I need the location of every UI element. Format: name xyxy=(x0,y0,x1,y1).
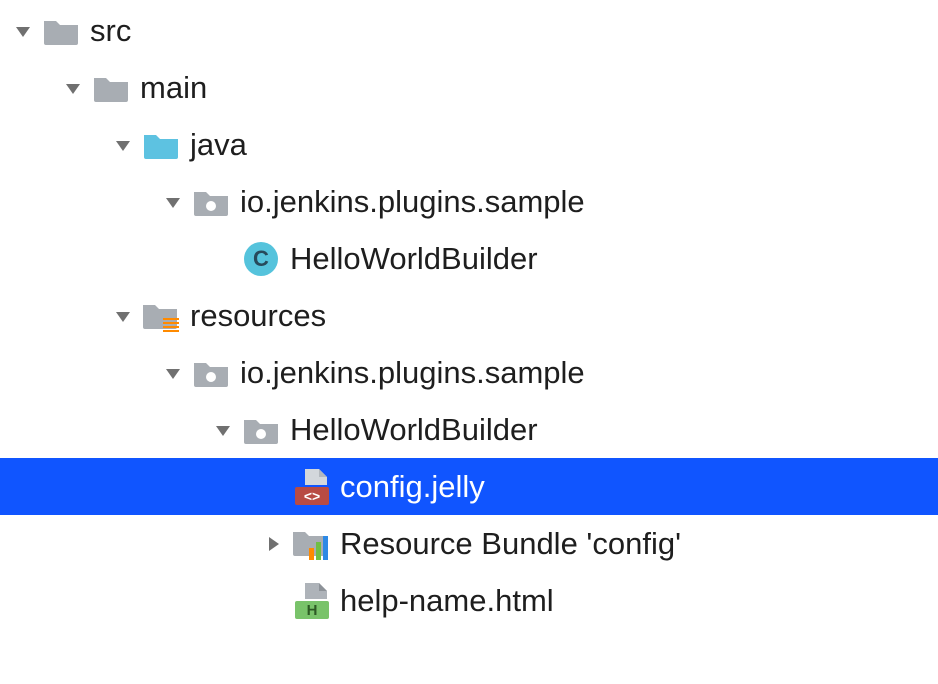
tree-item-label: java xyxy=(190,129,247,160)
tree-item-label: config.jelly xyxy=(340,471,485,502)
tree-item-label: src xyxy=(90,15,131,46)
chevron-down-icon[interactable] xyxy=(56,78,90,98)
chevron-down-icon[interactable] xyxy=(106,306,140,326)
project-tree[interactable]: srcmain java io.jenkins.plugins.sample C Hel… xyxy=(0,0,938,629)
chevron-down-icon[interactable] xyxy=(106,135,140,155)
tree-row-resource-bundle-config[interactable]: Resource Bundle 'config' xyxy=(0,515,938,572)
tree-row-helloworldbuilder[interactable]: C HelloWorldBuilder xyxy=(0,230,938,287)
tree-item-label: io.jenkins.plugins.sample xyxy=(240,186,585,217)
folder-gray-icon xyxy=(90,72,132,104)
tree-item-label: HelloWorldBuilder xyxy=(290,414,538,445)
svg-text:H: H xyxy=(307,602,318,619)
chevron-down-icon[interactable] xyxy=(6,21,40,41)
package-icon xyxy=(190,186,232,218)
chevron-down-icon[interactable] xyxy=(206,420,240,440)
tree-row-config-jelly[interactable]: <> config.jelly xyxy=(0,458,938,515)
tree-row-main[interactable]: main xyxy=(0,59,938,116)
tree-item-label: main xyxy=(140,72,207,103)
folder-blue-icon xyxy=(140,129,182,161)
tree-row-io-jenkins-plugins-sample[interactable]: io.jenkins.plugins.sample xyxy=(0,344,938,401)
tree-row-help-name-html[interactable]: Hhelp-name.html xyxy=(0,572,938,629)
resource-bundle-icon xyxy=(290,526,332,562)
chevron-down-icon[interactable] xyxy=(156,192,190,212)
chevron-down-icon[interactable] xyxy=(156,363,190,383)
tree-item-label: resources xyxy=(190,300,326,331)
folder-gray-icon xyxy=(40,15,82,47)
svg-text:<>: <> xyxy=(304,488,320,504)
tree-row-io-jenkins-plugins-sample[interactable]: io.jenkins.plugins.sample xyxy=(0,173,938,230)
tree-row-java[interactable]: java xyxy=(0,116,938,173)
tree-row-src[interactable]: src xyxy=(0,2,938,59)
class-icon: C xyxy=(240,241,282,277)
tree-item-label: io.jenkins.plugins.sample xyxy=(240,357,585,388)
tree-row-resources[interactable]: resources xyxy=(0,287,938,344)
html-icon: H xyxy=(290,581,332,621)
package-icon xyxy=(240,414,282,446)
tree-row-helloworldbuilder[interactable]: HelloWorldBuilder xyxy=(0,401,938,458)
chevron-right-icon[interactable] xyxy=(256,534,290,554)
resources-icon xyxy=(140,299,182,333)
svg-text:C: C xyxy=(253,246,269,271)
package-icon xyxy=(190,357,232,389)
tree-item-label: Resource Bundle 'config' xyxy=(340,528,681,559)
tree-item-label: help-name.html xyxy=(340,585,554,616)
tree-item-label: HelloWorldBuilder xyxy=(290,243,538,274)
jelly-icon: <> xyxy=(290,467,332,507)
